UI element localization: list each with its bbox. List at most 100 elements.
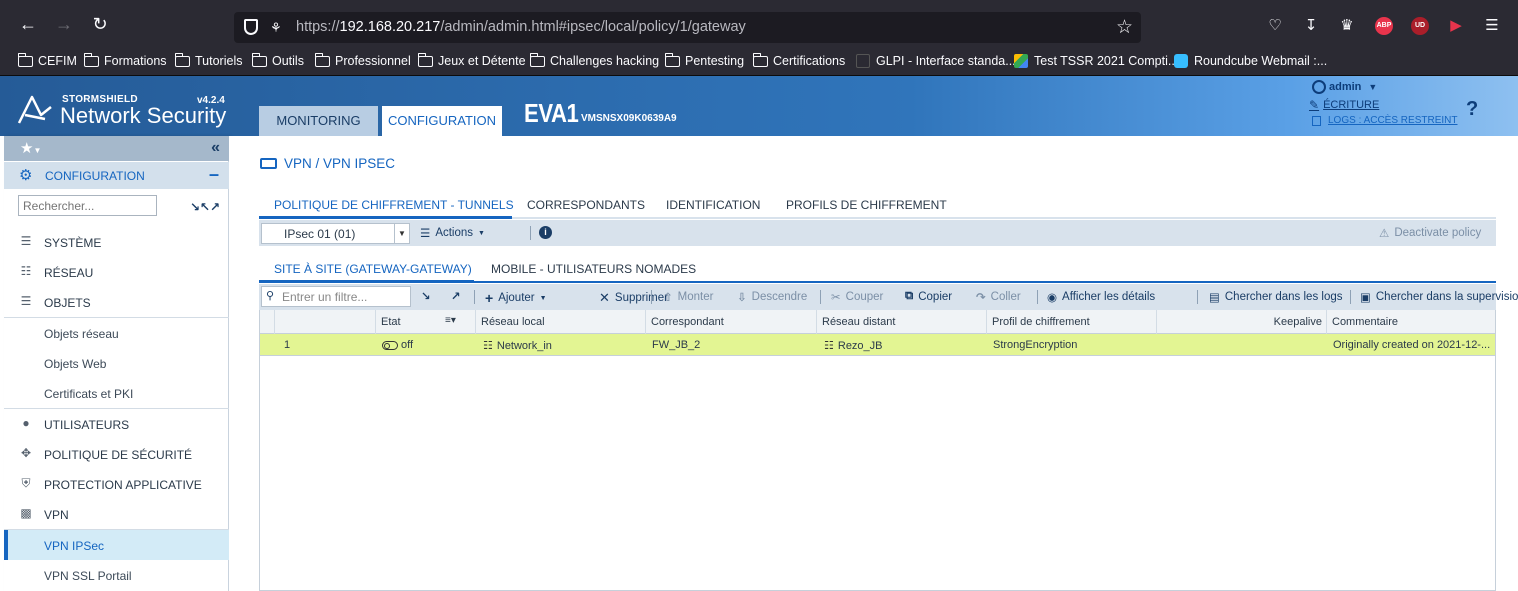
- column-header-reseau-distant[interactable]: Réseau distant: [817, 310, 987, 334]
- sidebar-item-certificats[interactable]: Certificats et PKI: [4, 378, 229, 408]
- bookmark-folder[interactable]: Pentesting: [664, 52, 744, 68]
- search-logs-button[interactable]: ▤ Chercher dans les logs: [1209, 290, 1343, 304]
- bookmark-glpi[interactable]: GLPI - Interface standa...: [856, 54, 1016, 68]
- search-supervision-button[interactable]: ▣ Chercher dans la supervision: [1360, 290, 1518, 304]
- column-header-reseau-local[interactable]: Réseau local: [476, 310, 646, 334]
- cell-state[interactable]: off: [382, 339, 413, 351]
- sidebar-config-header[interactable]: ⚙ CONFIGURATION –: [4, 162, 229, 189]
- expand-all-icon[interactable]: ↗: [210, 200, 220, 214]
- filter-input[interactable]: ⚲ Entrer un filtre...: [261, 286, 411, 307]
- show-details-button[interactable]: ◉ Afficher les détails: [1047, 290, 1155, 304]
- sidebar-item-vpn-ssl-portail[interactable]: VPN SSL Portail: [4, 560, 229, 590]
- column-header-profil[interactable]: Profil de chiffrement: [987, 310, 1157, 334]
- column-header-commentaire[interactable]: Commentaire: [1327, 310, 1495, 334]
- bookmark-test-tssr[interactable]: Test TSSR 2021 Compti...: [1014, 54, 1178, 68]
- sidebar-item-objets-web[interactable]: Objets Web: [4, 348, 229, 378]
- cell-remote-network[interactable]: ☷ Rezo_JB: [824, 339, 883, 353]
- sort-icon[interactable]: ≡▾: [445, 315, 456, 326]
- separator: [651, 290, 652, 304]
- add-button[interactable]: + Ajouter ▼: [485, 290, 547, 306]
- bookmark-folder[interactable]: Tutoriels: [174, 52, 242, 68]
- folder-icon: [752, 52, 768, 67]
- pocket-icon[interactable]: ♡: [1266, 17, 1284, 35]
- sidebar-item-protection-applicative[interactable]: ⛨ PROTECTION APPLICATIVE: [4, 469, 229, 499]
- chevron-down-icon[interactable]: ▼: [394, 224, 409, 243]
- bookmark-folder[interactable]: CEFIM: [17, 52, 77, 68]
- cell-profile[interactable]: StrongEncryption: [993, 339, 1077, 351]
- expand-icon[interactable]: ↗: [451, 289, 466, 303]
- tab-politique-chiffrement[interactable]: POLITIQUE DE CHIFFREMENT - TUNNELS: [274, 198, 514, 212]
- collapse-minus-icon[interactable]: –: [209, 164, 219, 185]
- user-menu[interactable]: admin ▼: [1312, 80, 1377, 94]
- tracking-shield-icon[interactable]: [244, 19, 258, 35]
- column-header-num[interactable]: [275, 310, 376, 334]
- folder-icon: [174, 52, 190, 67]
- forward-icon[interactable]: →: [54, 14, 74, 34]
- copy-button[interactable]: ⧉ Copier: [905, 290, 952, 303]
- bookmark-folder[interactable]: Challenges hacking: [529, 52, 659, 68]
- deactivate-policy-button[interactable]: ⚠ Deactivate policy: [1379, 226, 1481, 240]
- downloads-icon[interactable]: ↧: [1302, 17, 1320, 35]
- info-icon[interactable]: i: [539, 226, 552, 239]
- cut-button[interactable]: ✂ Couper: [831, 290, 883, 304]
- sidebar-item-label: PROTECTION APPLICATIVE: [44, 478, 202, 492]
- bookmark-star-icon[interactable]: ☆: [1116, 16, 1133, 39]
- adblock-icon[interactable]: ABP: [1375, 17, 1393, 35]
- sidebar-item-systeme[interactable]: ☰ SYSTÈME: [4, 227, 229, 257]
- move-down-button[interactable]: ⇩ Descendre: [737, 290, 807, 304]
- cell-comment[interactable]: Originally created on 2021-12-...: [1333, 339, 1490, 351]
- menu-icon[interactable]: ☰: [1483, 17, 1501, 35]
- youtube-extension-icon[interactable]: ▶: [1447, 17, 1465, 35]
- write-mode-link[interactable]: ✎ ÉCRITURE: [1309, 98, 1379, 112]
- tab-identification[interactable]: IDENTIFICATION: [666, 198, 760, 212]
- bookmark-roundcube[interactable]: Roundcube Webmail :...: [1174, 54, 1327, 68]
- toggle-off-icon[interactable]: [382, 340, 398, 350]
- help-button[interactable]: ?: [1466, 98, 1478, 121]
- tab-mobile[interactable]: MOBILE - UTILISATEURS NOMADES: [491, 262, 696, 276]
- tab-configuration[interactable]: CONFIGURATION: [382, 106, 502, 136]
- favorites-star-icon[interactable]: ★▼: [20, 139, 41, 157]
- tab-correspondants[interactable]: CORRESPONDANTS: [527, 198, 645, 212]
- bookmark-folder[interactable]: Certifications: [752, 52, 845, 68]
- table-row[interactable]: 1 off ☷ Network_in FW_JB_2 ☷ Rezo_JB Stron…: [260, 334, 1495, 356]
- collapse-all-icon[interactable]: ↘↖: [190, 200, 210, 214]
- actions-menu-button[interactable]: ☰ Actions ▼: [420, 226, 485, 240]
- bookmark-folder[interactable]: Formations: [83, 52, 167, 68]
- ublock-icon[interactable]: UD: [1411, 17, 1429, 35]
- bookmark-folder[interactable]: Jeux et Détente: [417, 52, 526, 68]
- column-header-keepalive[interactable]: Keepalive: [1157, 310, 1327, 334]
- cell-local-network[interactable]: ☷ Network_in: [483, 339, 552, 353]
- tab-monitoring[interactable]: MONITORING: [259, 106, 378, 136]
- tab-site-a-site[interactable]: SITE À SITE (GATEWAY-GATEWAY): [274, 262, 472, 276]
- delete-button[interactable]: ✕ Supprimer: [599, 290, 668, 306]
- back-icon[interactable]: ←: [18, 14, 38, 34]
- sidebar-item-vpn[interactable]: ▩ VPN: [4, 499, 229, 529]
- paste-button[interactable]: ↷ Coller: [976, 290, 1021, 304]
- separator: [1350, 290, 1351, 304]
- collapse-sidebar-icon[interactable]: «: [211, 139, 220, 157]
- collapse-icon[interactable]: ↘: [421, 289, 436, 303]
- column-header-etat[interactable]: Etat ≡▾: [376, 310, 476, 334]
- bookmark-folder[interactable]: Outils: [251, 52, 304, 68]
- sidebar-item-objets[interactable]: ☰ OBJETS: [4, 287, 229, 317]
- sidebar-item-reseau[interactable]: ☷ RÉSEAU: [4, 257, 229, 287]
- sidebar-search-input[interactable]: [18, 195, 157, 216]
- policy-select[interactable]: IPsec 01 (01) ▼: [261, 223, 410, 244]
- sidebar-item-vpn-ipsec[interactable]: VPN IPSec: [4, 530, 229, 560]
- address-bar[interactable]: ⚘ https://192.168.20.217/admin/admin.htm…: [234, 12, 1141, 43]
- sidebar-item-utilisateurs[interactable]: ● UTILISATEURS: [4, 409, 229, 439]
- url-text[interactable]: https://192.168.20.217/admin/admin.html#…: [296, 19, 746, 35]
- logs-access-link[interactable]: LOGS : ACCÈS RESTREINT: [1312, 115, 1457, 126]
- sidebar-item-politique-securite[interactable]: ✥ POLITIQUE DE SÉCURITÉ: [4, 439, 229, 469]
- move-up-button[interactable]: ⇧ Monter: [663, 290, 713, 304]
- sidebar-item-objets-reseau[interactable]: Objets réseau: [4, 318, 229, 348]
- lock-icon[interactable]: ⚘: [270, 21, 282, 34]
- tab-profils-chiffrement[interactable]: PROFILS DE CHIFFREMENT: [786, 198, 947, 212]
- cell-peer[interactable]: FW_JB_2: [652, 339, 700, 351]
- column-header-correspondant[interactable]: Correspondant: [646, 310, 817, 334]
- eye-icon: ◉: [1047, 292, 1058, 304]
- reload-icon[interactable]: ↻: [90, 14, 110, 34]
- separator: [530, 226, 531, 240]
- bookmark-folder[interactable]: Professionnel: [314, 52, 411, 68]
- extension-icon[interactable]: ♛: [1338, 17, 1356, 35]
